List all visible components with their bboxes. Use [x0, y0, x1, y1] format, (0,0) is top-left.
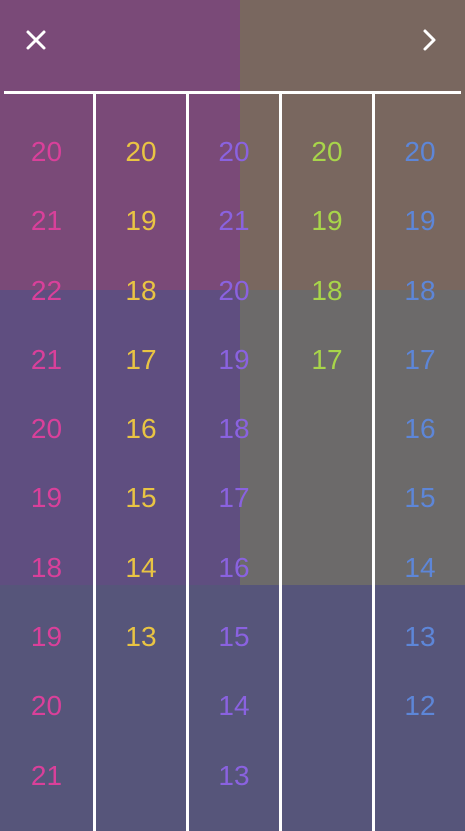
number-cell[interactable]: 20 — [96, 136, 186, 205]
number-cell[interactable]: 14 — [375, 552, 465, 621]
number-cell[interactable]: 19 — [375, 205, 465, 274]
number-cell[interactable]: 18 — [375, 275, 465, 344]
number-cell[interactable]: 21 — [0, 760, 93, 829]
number-cell[interactable]: 20 — [0, 413, 93, 482]
number-cell[interactable]: 12 — [375, 690, 465, 759]
number-cell[interactable]: 17 — [96, 344, 186, 413]
number-cell[interactable]: 20 — [0, 690, 93, 759]
number-column-4: 20 19 18 17 — [279, 94, 372, 831]
number-cell[interactable]: 20 — [375, 136, 465, 205]
number-cell[interactable]: 20 — [282, 136, 372, 205]
number-cell[interactable]: 18 — [96, 275, 186, 344]
chevron-right-icon — [423, 29, 436, 51]
number-column-3: 20 21 20 19 18 17 16 15 14 13 — [186, 94, 279, 831]
number-cell[interactable]: 18 — [282, 275, 372, 344]
number-cell[interactable]: 21 — [0, 344, 93, 413]
number-cell[interactable]: 14 — [189, 690, 279, 759]
number-cell[interactable]: 19 — [189, 344, 279, 413]
number-cell[interactable]: 22 — [0, 275, 93, 344]
number-cell[interactable]: 19 — [0, 482, 93, 551]
number-cell[interactable]: 19 — [282, 205, 372, 274]
number-column-1: 20 21 22 21 20 19 18 19 20 21 — [0, 94, 93, 831]
number-cell[interactable]: 13 — [375, 621, 465, 690]
number-cell[interactable]: 19 — [0, 621, 93, 690]
number-column-5: 20 19 18 17 16 15 14 13 12 — [372, 94, 465, 831]
number-cell[interactable]: 16 — [96, 413, 186, 482]
number-cell[interactable]: 20 — [189, 275, 279, 344]
next-button[interactable] — [413, 24, 445, 56]
number-cell[interactable]: 21 — [0, 205, 93, 274]
number-cell[interactable]: 15 — [189, 621, 279, 690]
number-cell[interactable]: 17 — [282, 344, 372, 413]
number-cell[interactable]: 18 — [0, 552, 93, 621]
close-button[interactable] — [20, 24, 52, 56]
number-columns: 20 21 22 21 20 19 18 19 20 21 20 19 18 17 16 15 14 13 20 21… — [0, 94, 465, 831]
number-cell[interactable]: 19 — [96, 205, 186, 274]
top-bar — [0, 0, 465, 92]
number-cell[interactable]: 16 — [375, 413, 465, 482]
number-cell[interactable]: 18 — [189, 413, 279, 482]
number-cell[interactable]: 15 — [96, 482, 186, 551]
close-icon — [26, 30, 46, 50]
number-column-2: 20 19 18 17 16 15 14 13 — [93, 94, 186, 831]
number-cell[interactable]: 13 — [96, 621, 186, 690]
number-cell[interactable]: 13 — [189, 760, 279, 829]
number-cell[interactable]: 20 — [0, 136, 93, 205]
number-cell[interactable]: 15 — [375, 482, 465, 551]
number-cell[interactable]: 16 — [189, 552, 279, 621]
number-cell[interactable]: 14 — [96, 552, 186, 621]
number-cell[interactable]: 21 — [189, 205, 279, 274]
number-cell[interactable]: 17 — [375, 344, 465, 413]
number-cell[interactable]: 20 — [189, 136, 279, 205]
number-cell[interactable]: 17 — [189, 482, 279, 551]
